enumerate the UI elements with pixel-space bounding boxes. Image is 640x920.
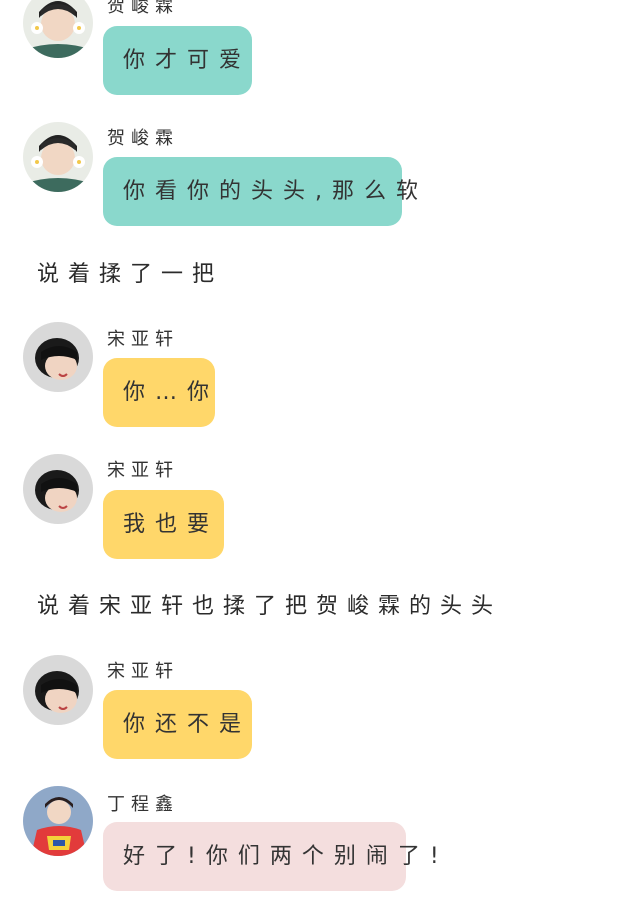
message-bubble[interactable]: 你看你的头头,那么软	[103, 157, 418, 226]
avatar[interactable]	[23, 0, 93, 58]
avatar[interactable]	[23, 122, 93, 192]
message-bubble[interactable]: 你还不是	[103, 690, 252, 759]
avatar[interactable]	[23, 322, 93, 392]
narration-text: 说着揉了一把	[37, 262, 224, 287]
boy-flowers-avatar-icon	[23, 122, 93, 192]
boy-lying-avatar-icon	[23, 655, 93, 725]
boy-lying-avatar-icon	[23, 454, 93, 524]
sender-name: 宋亚轩	[107, 329, 179, 350]
boy-lying-avatar-icon	[23, 322, 93, 392]
sender-name: 贺峻霖	[107, 128, 179, 149]
avatar[interactable]	[23, 786, 93, 856]
avatar[interactable]	[23, 655, 93, 725]
sender-name: 丁程鑫	[107, 794, 179, 815]
message-bubble[interactable]: 好了!你们两个别闹了!	[103, 822, 439, 891]
sender-name: 宋亚轩	[107, 661, 179, 682]
boy-jersey-avatar-icon	[23, 786, 93, 856]
boy-flowers-avatar-icon	[23, 0, 93, 58]
message-bubble[interactable]: 你才可爱	[103, 26, 252, 95]
sender-name: 贺峻霖	[107, 0, 179, 17]
message-bubble[interactable]: 你…你	[103, 358, 215, 427]
avatar[interactable]	[23, 454, 93, 524]
message-bubble[interactable]: 我也要	[103, 490, 224, 559]
narration-text: 说着宋亚轩也揉了把贺峻霖的头头	[37, 594, 503, 619]
sender-name: 宋亚轩	[107, 460, 179, 481]
